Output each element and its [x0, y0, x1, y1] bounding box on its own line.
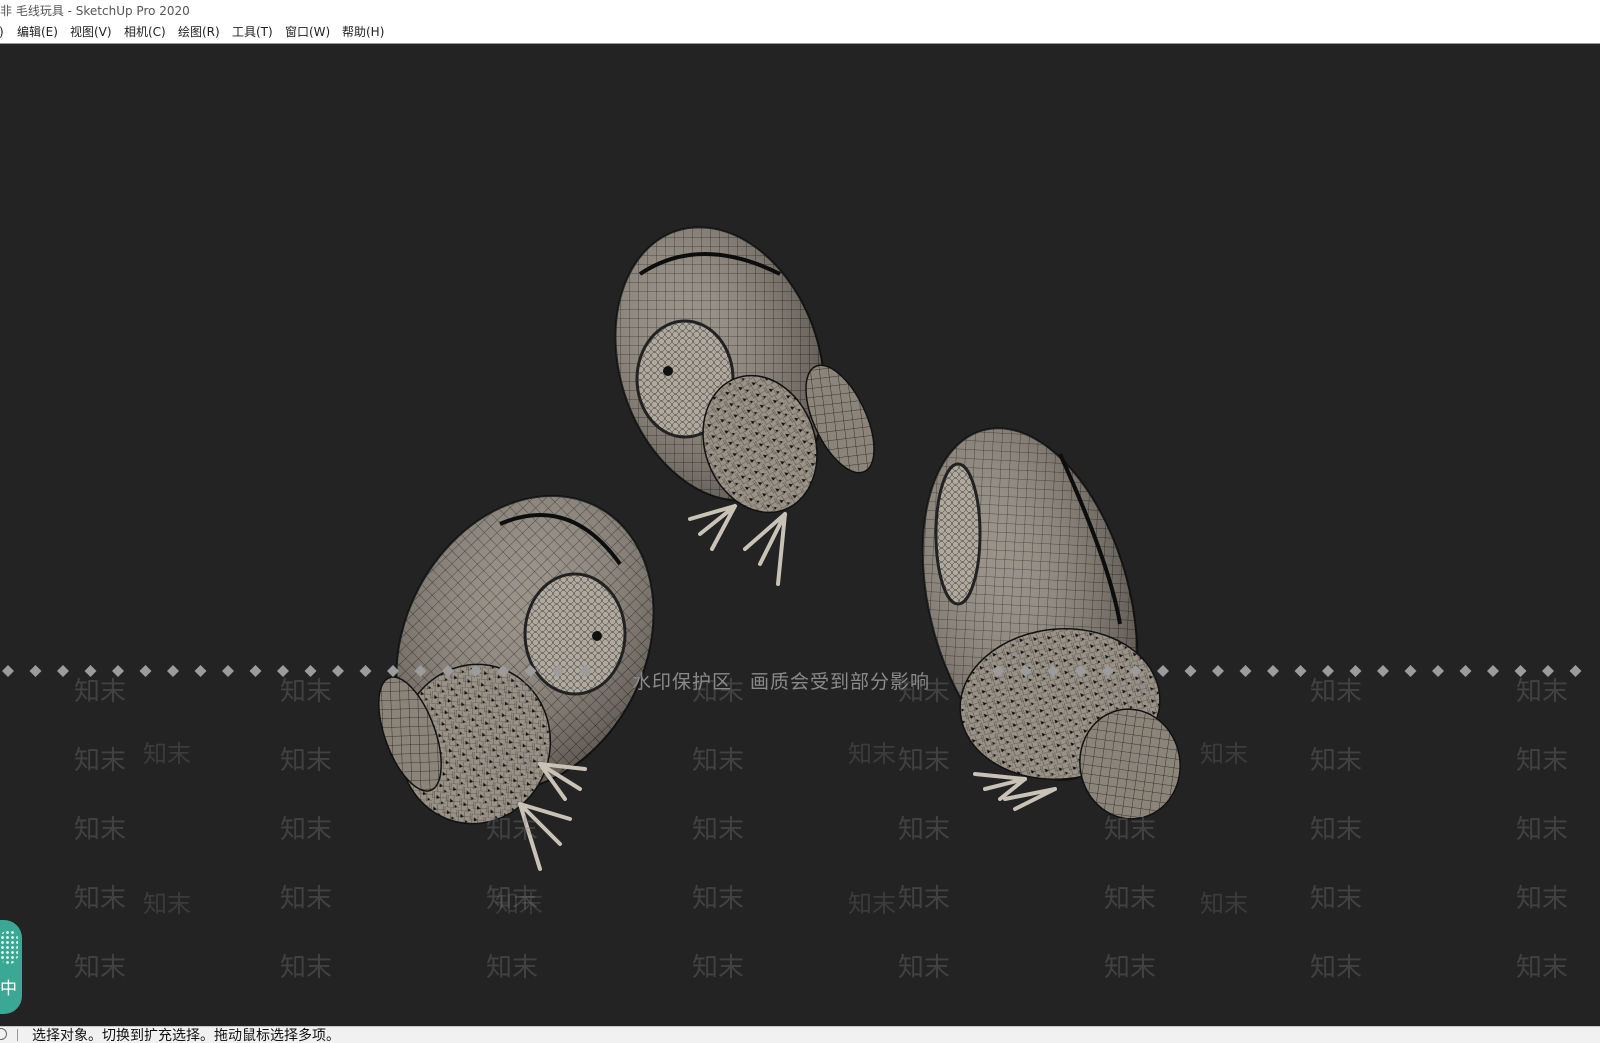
- info-circle-icon[interactable]: [0, 1028, 7, 1040]
- watermark-diamond: [1212, 665, 1224, 677]
- watermark-diamond: [579, 665, 592, 677]
- watermark-diamond: [1294, 665, 1307, 677]
- menu-file[interactable]: ): [0, 22, 5, 43]
- watermark-tile: 知末: [1200, 740, 1248, 768]
- watermark-diamond: [1267, 665, 1279, 677]
- watermark-diamond: [1377, 665, 1389, 677]
- watermark-diamond: [359, 665, 372, 677]
- watermark-diamond: [1239, 665, 1252, 677]
- watermark-diamond: [992, 665, 1004, 677]
- watermark-tile: 知末: [74, 815, 127, 845]
- watermark-diamond: [222, 665, 234, 677]
- watermark-tile: 知末: [486, 746, 539, 776]
- menu-help[interactable]: 帮助(H): [341, 22, 385, 43]
- menu-draw[interactable]: 绘图(R): [177, 22, 221, 43]
- menu-edit[interactable]: 编辑(E): [16, 22, 59, 43]
- watermark-tile: 知末: [898, 815, 951, 845]
- watermark-tile: 知末: [280, 746, 333, 776]
- watermark-tile: 知末: [692, 746, 745, 776]
- watermark-tile: 知末: [1200, 890, 1248, 918]
- menu-camera[interactable]: 相机(C): [123, 22, 167, 43]
- watermark-tile: 知末: [143, 890, 191, 918]
- window-title: 非 毛线玩具 - SketchUp Pro 2020: [0, 4, 190, 18]
- watermark-tile: 知末: [74, 677, 127, 707]
- watermark-diamond: [442, 665, 454, 677]
- watermark-diamond: [57, 665, 69, 677]
- watermark-tile: 知末: [1516, 746, 1569, 776]
- watermark-diamond: [1404, 665, 1417, 677]
- watermark-diamond: [1487, 665, 1499, 677]
- watermark-tile: 知末: [1310, 677, 1363, 707]
- watermark-tile: 知末: [692, 953, 745, 983]
- status-message: 选择对象。切换到扩充选择。拖动鼠标选择多项。: [32, 1028, 340, 1043]
- watermark-tile: 知末: [1516, 815, 1569, 845]
- watermark-tile: 知末: [74, 884, 127, 914]
- watermark-diamond: [29, 665, 42, 677]
- menu-window[interactable]: 窗口(W): [284, 22, 331, 43]
- watermark-tile: 知末: [1310, 746, 1363, 776]
- owl-model-top[interactable]: [582, 200, 888, 586]
- watermark-tile: 知末: [1310, 953, 1363, 983]
- watermark-diamond: [469, 665, 482, 677]
- watermark-tile: 知末: [1516, 677, 1569, 707]
- watermark-tile: 知末: [1516, 953, 1569, 983]
- watermark-diamond: [167, 665, 179, 677]
- status-separator: [17, 1029, 18, 1041]
- watermark-diamond: [1047, 665, 1059, 677]
- status-bar: 选择对象。切换到扩充选择。拖动鼠标选择多项。: [0, 1026, 1600, 1043]
- watermark-tile: 知末: [848, 740, 896, 768]
- watermark-tile: 知末: [692, 677, 745, 707]
- watermark-tile: 知末: [692, 815, 745, 845]
- menu-view[interactable]: 视图(V): [69, 22, 113, 43]
- watermark-tile: 知末: [1104, 815, 1157, 845]
- 3d-viewport[interactable]: 水印保护区 画质会受到部分影响 知末 知末 知末 知末 知末 知末 知末 知末 知末 知末 知末 知末知…: [0, 44, 1600, 1026]
- watermark-diamond: [1569, 665, 1582, 677]
- watermark-tile: 知末: [495, 890, 543, 918]
- watermark-diamond: [1459, 665, 1472, 677]
- watermark-diamond: [1019, 665, 1032, 677]
- watermark-tile: 知末: [143, 740, 191, 768]
- watermark-diamond: [249, 665, 262, 677]
- watermark-tile: 知末: [486, 953, 539, 983]
- widget-label: 中: [0, 979, 17, 999]
- watermark-tile: 知末: [1104, 884, 1157, 914]
- watermark-tile: 知末: [1104, 746, 1157, 776]
- side-widget[interactable]: 中: [0, 920, 22, 1014]
- watermark-diamond: [139, 665, 152, 677]
- watermark-tile: 知末: [280, 953, 333, 983]
- watermark-tile: 知末: [1516, 884, 1569, 914]
- watermark-tile: 知末: [486, 815, 539, 845]
- watermark-diamond: [1432, 665, 1444, 677]
- watermark-tile: 知末: [1310, 815, 1363, 845]
- watermark-tile: 知末: [1310, 884, 1363, 914]
- watermark-tile: 知末: [898, 884, 951, 914]
- watermark-diamond: [2, 665, 14, 677]
- watermark-tile: 知末: [898, 746, 951, 776]
- watermark-diamond: [1184, 665, 1197, 677]
- watermark-tile: 知末: [1104, 953, 1157, 983]
- watermark-diamond: [552, 665, 564, 677]
- watermark-diamond: [194, 665, 207, 677]
- title-bar: 非 毛线玩具 - SketchUp Pro 2020: [0, 0, 1600, 22]
- menu-bar: ) 编辑(E) 视图(V) 相机(C) 绘图(R) 工具(T) 窗口(W) 帮助…: [0, 22, 1600, 44]
- watermark-tile: 知末: [692, 884, 745, 914]
- watermark-tile: 知末: [898, 677, 951, 707]
- watermark-tile: 知末: [848, 890, 896, 918]
- watermark-tile: 知末: [486, 677, 539, 707]
- watermark-diamond: [1074, 665, 1087, 677]
- watermark-diamond: [332, 665, 344, 677]
- menu-tools[interactable]: 工具(T): [231, 22, 274, 43]
- watermark-tile: 知末: [280, 815, 333, 845]
- watermark-diamond: [414, 665, 427, 677]
- watermark-banner: 水印保护区 画质会受到部分影响: [632, 667, 930, 694]
- watermark-tile: 知末: [74, 953, 127, 983]
- watermark-tile: 知末: [898, 953, 951, 983]
- watermark-tile: 知末: [1104, 677, 1157, 707]
- watermark-diamond: [387, 665, 399, 677]
- watermark-tile: 知末: [74, 746, 127, 776]
- watermark-tile: 知末: [280, 677, 333, 707]
- widget-dots-icon: [0, 930, 18, 964]
- watermark-diamond: [1157, 665, 1169, 677]
- watermark-tile: 知末: [280, 884, 333, 914]
